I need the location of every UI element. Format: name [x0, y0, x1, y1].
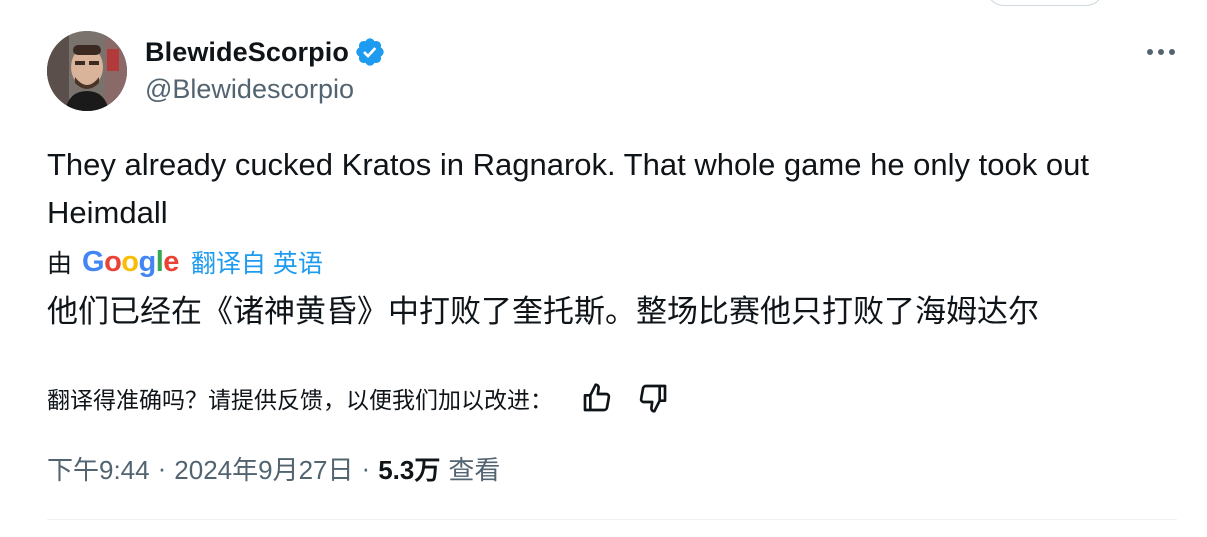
avatar[interactable] — [47, 31, 127, 111]
translated-text: 他们已经在《诸神黄昏》中打败了奎托斯。整场比赛他只打败了海姆达尔 — [47, 294, 1039, 329]
tweet-meta-row: 下午9:44 · 2024年9月27日 · 5.3万 查看 — [47, 448, 500, 488]
translated-by-prefix: 由 — [47, 250, 73, 278]
thumbs-up-button[interactable] — [577, 378, 617, 418]
top-button-edge[interactable] — [986, 0, 1104, 6]
feedback-prompt: 翻译得准确吗？请提供反馈，以便我们加以改进： — [47, 387, 553, 413]
translated-from-link[interactable]: 翻译自 英语 — [191, 244, 323, 280]
thumbs-up-icon — [583, 383, 611, 412]
more-horizontal-icon — [1147, 49, 1175, 55]
thumbs-down-button[interactable] — [633, 378, 673, 418]
author-name-row: BlewideScorpio — [145, 32, 386, 72]
views-count: 5.3万 — [378, 454, 441, 485]
views-label: 查看 — [448, 454, 501, 485]
tweet-time[interactable]: 下午9:44 — [47, 450, 150, 487]
verified-badge-icon[interactable] — [354, 36, 386, 68]
tweet-date[interactable]: 2024年9月27日 — [174, 450, 353, 487]
tweet-text: They already cucked Kratos in Ragnarok. … — [47, 147, 1089, 230]
translation-feedback-row: 翻译得准确吗？请提供反馈，以便我们加以改进： — [47, 376, 673, 420]
meta-separator: · — [361, 452, 371, 483]
tweet-page: BlewideScorpio @Blewidescorpio They alre… — [0, 0, 1207, 537]
translated-by-row: 由 Google 翻译自 英语 — [47, 242, 323, 282]
google-logo: Google — [82, 245, 179, 278]
more-options-button[interactable] — [1143, 38, 1179, 66]
thumbs-down-icon — [639, 384, 667, 413]
meta-separator: · — [157, 452, 167, 483]
avatar-photo — [47, 31, 127, 111]
author-handle[interactable]: @Blewidescorpio — [145, 74, 354, 105]
author-display-name[interactable]: BlewideScorpio — [145, 37, 349, 68]
divider — [47, 519, 1177, 520]
